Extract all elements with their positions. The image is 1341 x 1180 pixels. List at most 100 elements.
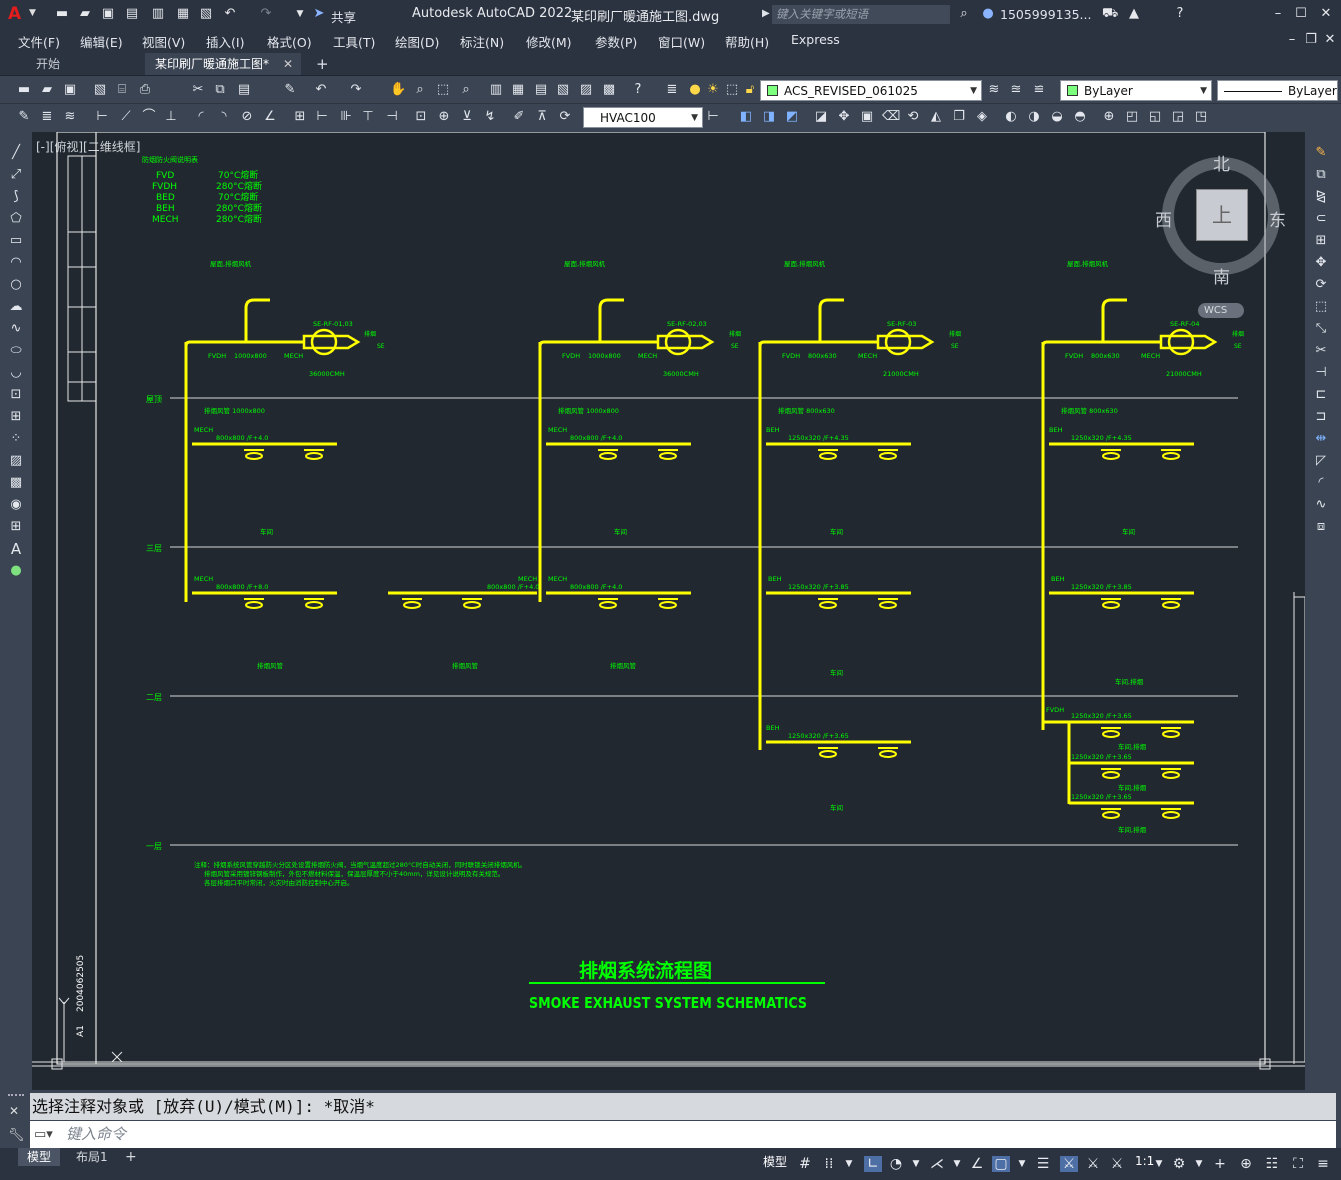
layer-viewport-icon[interactable]: ⬚ [724, 82, 740, 98]
menu-parameter[interactable]: 参数(P) [595, 32, 637, 51]
customize-arrow-icon[interactable]: ▼ [292, 6, 308, 22]
pan-icon[interactable]: ✋ [390, 82, 406, 98]
add-layout-button[interactable]: + [125, 1148, 137, 1166]
menu-view[interactable]: 视图(V) [142, 32, 185, 51]
help-tool-icon[interactable]: ? [630, 82, 646, 98]
zoom-realtime-icon[interactable]: ⌕ [412, 82, 428, 98]
viewcube-west[interactable]: 西 [1155, 206, 1172, 231]
tab-close-icon[interactable]: ✕ [283, 53, 293, 75]
menu-draw[interactable]: 绘图(D) [395, 32, 439, 51]
markup-icon[interactable]: ▨ [578, 82, 594, 98]
rectangle-icon[interactable]: ▭ [8, 233, 24, 249]
zoom-previous-icon[interactable]: ⌕ [458, 82, 474, 98]
cut-icon[interactable]: ✂ [190, 82, 206, 98]
arc-length-icon[interactable]: ⌒ [141, 109, 157, 125]
arc-icon[interactable]: ◠ [8, 255, 24, 271]
dim-space-icon[interactable]: ⊤ [360, 109, 376, 125]
ortho-icon[interactable]: ∟ [864, 1156, 882, 1172]
separate-icon[interactable]: ◒ [1049, 109, 1065, 125]
publish-tool-icon[interactable]: ⎙ [137, 82, 153, 98]
dim-edit-icon[interactable]: ✐ [511, 109, 527, 125]
polyline-icon[interactable]: ⟆ [8, 189, 24, 205]
annotation-visibility-icon[interactable]: ⚔ [1060, 1156, 1078, 1172]
layer-walk-icon[interactable]: ≋ [62, 109, 78, 125]
fillet-icon[interactable]: ◜ [1313, 475, 1329, 491]
tab-layout1[interactable]: 布局1 [70, 1148, 114, 1166]
extend-icon[interactable]: ⊣ [1313, 365, 1329, 381]
command-close-icon[interactable]: ✕ [9, 1104, 19, 1118]
open-file-icon[interactable]: ▰ [77, 6, 93, 22]
diameter-dim-icon[interactable]: ⊘ [239, 109, 255, 125]
viewcube-north[interactable]: 北 [1213, 150, 1230, 175]
table-icon[interactable]: ⊞ [8, 519, 24, 535]
menu-help[interactable]: 帮助(H) [725, 32, 769, 51]
redo-icon[interactable]: ↷ [258, 6, 274, 22]
open-icon[interactable]: ▰ [39, 82, 55, 98]
spline-icon[interactable]: ∿ [8, 321, 24, 337]
quick-properties-icon[interactable]: ☷ [1263, 1156, 1281, 1172]
paste-icon[interactable]: ▤ [236, 82, 252, 98]
ordinate-dim-icon[interactable]: ⊥ [163, 109, 179, 125]
ellipse-icon[interactable]: ⬭ [8, 343, 24, 359]
properties-icon[interactable]: ▥ [488, 82, 504, 98]
match-layer-icon[interactable]: ≣ [39, 109, 55, 125]
new-tab-button[interactable]: + [306, 53, 339, 75]
make-current-icon[interactable]: ≋ [986, 82, 1002, 98]
lineweight-icon[interactable]: ☰ [1034, 1156, 1052, 1172]
user-name[interactable]: 1505999135... [1000, 7, 1091, 22]
command-input[interactable]: ▭▾ 键入命令 [30, 1121, 1336, 1148]
break-at-point-icon[interactable]: ⊏ [1313, 387, 1329, 403]
shell-icon[interactable]: ◓ [1072, 109, 1088, 125]
workspace-arrow-icon[interactable]: ▼ [1190, 1156, 1208, 1172]
layer-states-icon[interactable]: ≌ [1031, 82, 1047, 98]
menu-format[interactable]: 格式(O) [267, 32, 312, 51]
layer-freeze-icon[interactable]: ☀ [705, 82, 721, 98]
imprint-icon[interactable]: ◐ [1003, 109, 1019, 125]
isodraft-icon[interactable]: ⋌ [928, 1156, 946, 1172]
viewcube-south[interactable]: 南 [1213, 263, 1230, 288]
snap-icon[interactable]: ⁞⁞ [820, 1156, 838, 1172]
polar-arrow-icon[interactable]: ▼ [907, 1156, 925, 1172]
osnap-arrow-icon[interactable]: ▼ [1013, 1156, 1031, 1172]
move-icon[interactable]: ✥ [1313, 255, 1329, 271]
copy-icon[interactable]: ⧉ [212, 82, 228, 98]
tolerance-icon[interactable]: ⊡ [413, 109, 429, 125]
add-selected-icon[interactable]: ● [8, 563, 24, 579]
snap-arrow-icon[interactable]: ▼ [840, 1156, 858, 1172]
clean-icon[interactable]: ◑ [1026, 109, 1042, 125]
isodraft-arrow-icon[interactable]: ▼ [948, 1156, 966, 1172]
gradient-icon[interactable]: ▩ [8, 475, 24, 491]
cone-icon[interactable]: ◲ [1170, 109, 1186, 125]
search-input[interactable]: 键入关键字或短语 [772, 5, 950, 24]
menu-dimension[interactable]: 标注(N) [460, 32, 504, 51]
extrude-faces-icon[interactable]: ◪ [813, 109, 829, 125]
plot-preview-icon[interactable]: ▦ [175, 6, 191, 22]
cart-icon[interactable]: ⛟ [1102, 6, 1118, 22]
save-tool-icon[interactable]: ▣ [62, 82, 78, 98]
autocad-logo-icon[interactable]: A [8, 5, 21, 23]
color-faces-icon[interactable]: ◈ [974, 109, 990, 125]
user-icon[interactable]: ● [980, 6, 996, 22]
jogged-linear-icon[interactable]: ↯ [482, 109, 498, 125]
intersect-icon[interactable]: ◩ [784, 109, 800, 125]
workspace-gear-icon[interactable]: ⚙ [1170, 1156, 1188, 1172]
otrack-icon[interactable]: ∠ [968, 1156, 986, 1172]
dim-text-edit-icon[interactable]: ⊼ [534, 109, 550, 125]
angular-dim-icon[interactable]: ∠ [262, 109, 278, 125]
print-icon[interactable]: ▧ [198, 6, 214, 22]
layer-on-icon[interactable]: ● [687, 82, 703, 98]
layer-dropdown[interactable]: ACS_REVISED_061025 ▼ [760, 80, 982, 101]
menu-express[interactable]: Express [791, 32, 840, 47]
center-mark-icon[interactable]: ⊕ [436, 109, 452, 125]
break-icon[interactable]: ⊐ [1313, 409, 1329, 425]
make-block-icon[interactable]: ⊞ [8, 409, 24, 425]
help-icon[interactable]: ? [1172, 6, 1188, 22]
menu-insert[interactable]: 插入(I) [206, 32, 244, 51]
scale-arrow-icon[interactable]: ▼ [1150, 1156, 1168, 1172]
annotation-monitor-icon[interactable]: + [1211, 1156, 1229, 1172]
save-icon[interactable]: ▣ [100, 6, 116, 22]
design-center-icon[interactable]: ▦ [510, 82, 526, 98]
sheetset-icon[interactable]: ▧ [555, 82, 571, 98]
command-prompt-icon[interactable]: ▭▾ [34, 1121, 53, 1148]
annotation-scale-icon[interactable]: ⚔ [1108, 1156, 1126, 1172]
